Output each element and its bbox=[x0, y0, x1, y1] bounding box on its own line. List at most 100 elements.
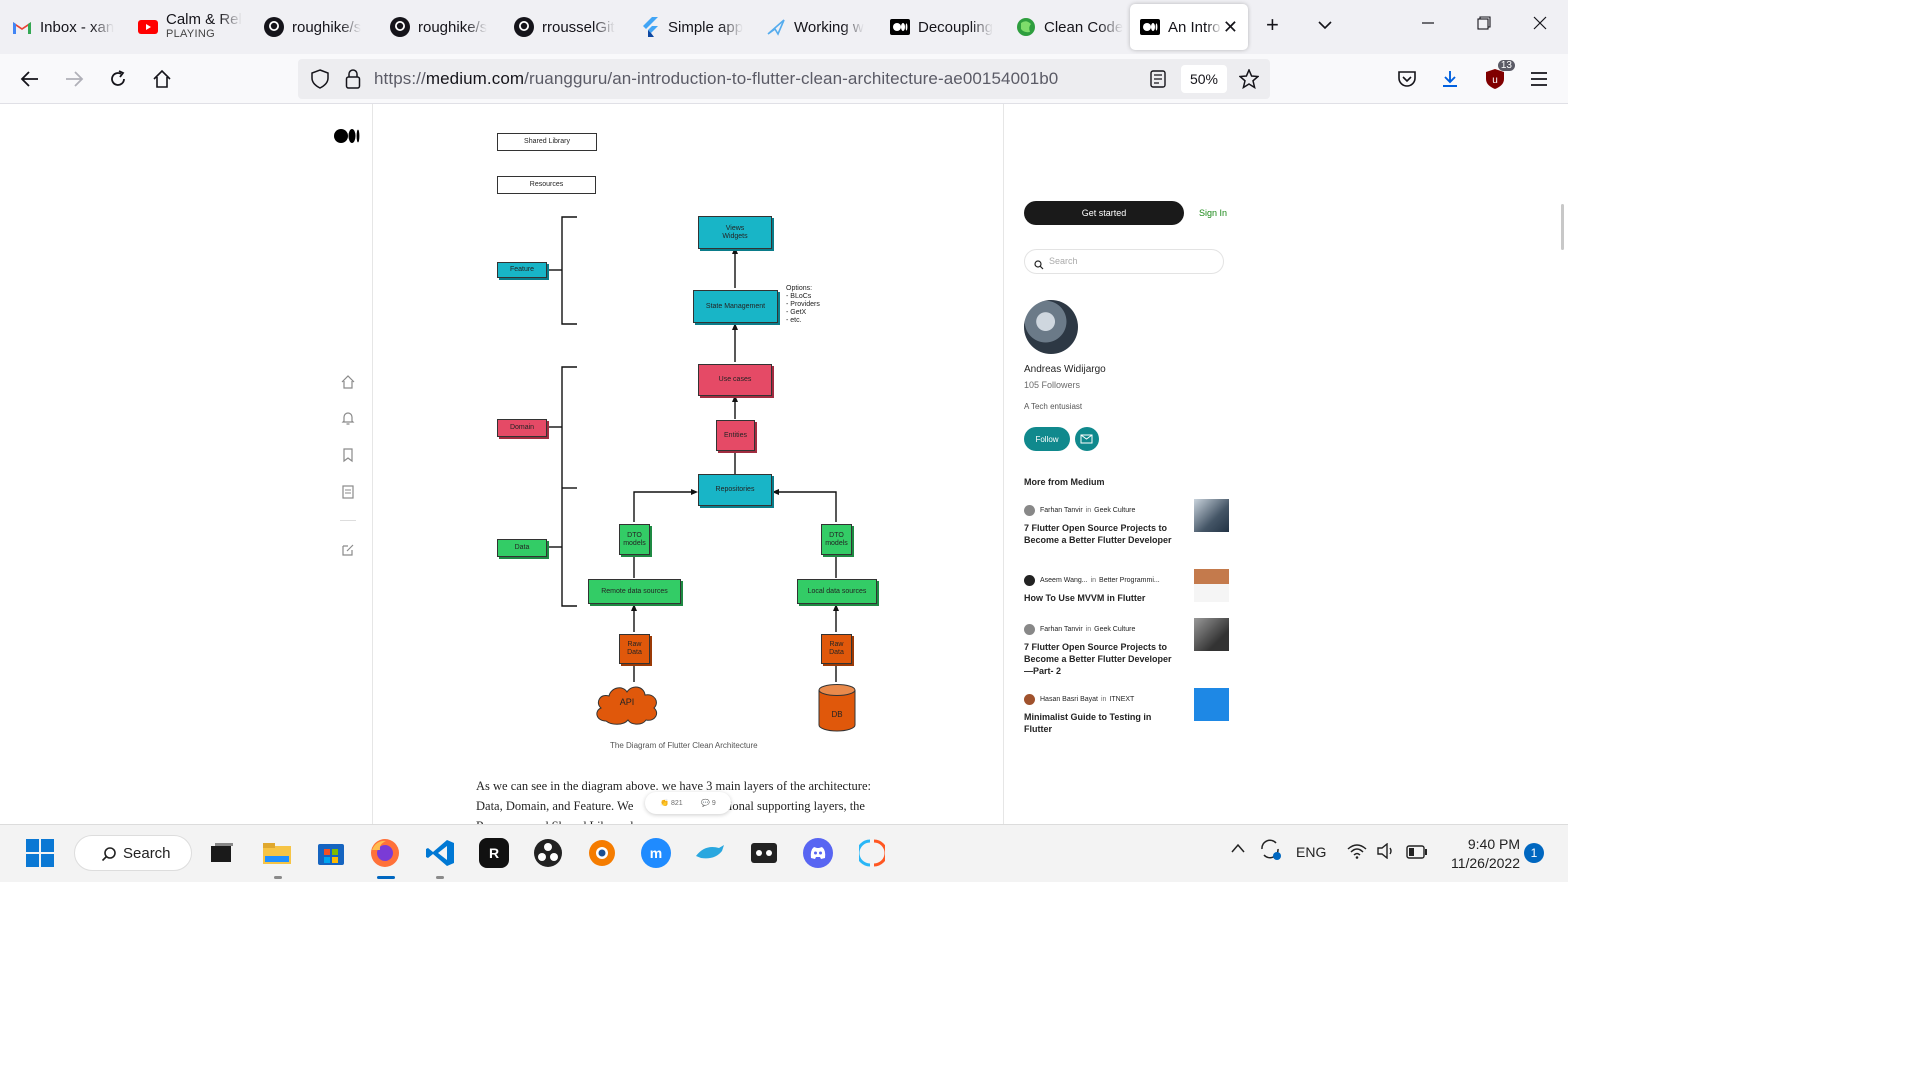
globe-icon bbox=[1016, 17, 1036, 37]
new-tab-button[interactable]: + bbox=[1266, 12, 1279, 38]
sync-icon[interactable] bbox=[1258, 837, 1282, 864]
recommended-story[interactable]: Farhan Tanvir in Geek Culture 7 Flutter Op… bbox=[1024, 499, 1229, 546]
zoom-level-button[interactable]: 50% bbox=[1181, 65, 1227, 93]
windows-start-icon[interactable] bbox=[25, 838, 55, 868]
tab-active-medium[interactable]: An Intro ✕ bbox=[1130, 4, 1248, 50]
ublock-extension-icon[interactable]: u 13 bbox=[1483, 60, 1515, 91]
author-avatar bbox=[1024, 575, 1035, 586]
subscribe-button[interactable] bbox=[1075, 427, 1099, 451]
story-publication: ITNEXT bbox=[1109, 696, 1135, 703]
db-cylinder: DB bbox=[818, 684, 856, 732]
windows-taskbar: Search R m ENG 9:40 PM 11/26/2022 1 bbox=[0, 824, 1568, 882]
home-icon[interactable] bbox=[340, 374, 356, 390]
tab-flutter[interactable]: Simple app bbox=[630, 4, 754, 50]
list-tabs-icon[interactable] bbox=[1318, 14, 1332, 35]
search-placeholder: Search bbox=[1049, 256, 1078, 266]
dto-models-right-box: DTO models bbox=[821, 524, 852, 555]
stories-icon[interactable] bbox=[340, 484, 356, 500]
vscode-icon[interactable] bbox=[425, 838, 455, 868]
downloads-icon[interactable] bbox=[1438, 67, 1462, 91]
state-management-box: State Management bbox=[693, 290, 778, 323]
story-author: Aseem Wang... bbox=[1040, 577, 1088, 584]
tab-clean-code[interactable]: Clean Code bbox=[1006, 4, 1130, 50]
github-icon bbox=[390, 17, 410, 37]
reader-view-icon[interactable] bbox=[1146, 67, 1170, 91]
battery-icon[interactable] bbox=[1406, 845, 1428, 862]
page-scrollbar-thumb[interactable] bbox=[1561, 204, 1564, 250]
search-input[interactable]: Search bbox=[1024, 249, 1224, 274]
tab-youtube[interactable]: Calm & Rel PLAYING bbox=[128, 4, 252, 50]
back-icon[interactable] bbox=[18, 67, 42, 91]
home-icon[interactable] bbox=[150, 67, 174, 91]
comment-button[interactable]: 💬 9 bbox=[701, 799, 716, 807]
reload-icon[interactable] bbox=[106, 67, 130, 91]
story-thumbnail bbox=[1194, 499, 1229, 532]
author-followers[interactable]: 105 Followers bbox=[1024, 380, 1080, 390]
github-icon bbox=[264, 17, 284, 37]
author-avatar[interactable] bbox=[1024, 300, 1078, 354]
bookmarks-icon[interactable] bbox=[340, 447, 356, 463]
close-window-icon[interactable] bbox=[1533, 14, 1547, 35]
menu-icon[interactable] bbox=[1527, 67, 1551, 91]
tracking-shield-icon[interactable] bbox=[308, 67, 332, 91]
flutter-icon bbox=[640, 17, 660, 37]
wifi-icon[interactable] bbox=[1347, 843, 1367, 862]
tab-github-2[interactable]: roughike/s bbox=[380, 4, 504, 50]
task-view-icon[interactable] bbox=[207, 838, 237, 868]
discord-icon[interactable] bbox=[803, 838, 833, 868]
medium-logo[interactable] bbox=[334, 128, 360, 149]
show-hidden-icons-chevron-icon[interactable] bbox=[1230, 841, 1246, 857]
system-clock[interactable]: 9:40 PM 11/26/2022 bbox=[1444, 835, 1520, 873]
yuzu-icon[interactable] bbox=[857, 838, 887, 868]
tab-title: Simple app bbox=[668, 18, 744, 36]
recommended-story[interactable]: Hasan Basri Bayat in ITNEXT Minimalist Gui… bbox=[1024, 688, 1229, 735]
state-options-text: Options: - BLoCs - Providers - GetX - et… bbox=[786, 285, 820, 324]
get-started-button[interactable]: Get started bbox=[1024, 201, 1184, 225]
notification-badge[interactable]: 1 bbox=[1524, 843, 1544, 863]
lock-icon[interactable] bbox=[341, 67, 365, 91]
mu-editor-icon[interactable]: m bbox=[641, 838, 671, 868]
clap-count: 821 bbox=[670, 800, 683, 807]
volume-icon[interactable] bbox=[1376, 842, 1396, 862]
language-indicator[interactable]: ENG bbox=[1296, 844, 1326, 860]
tab-gmail[interactable]: Inbox - xan bbox=[2, 4, 126, 50]
file-explorer-icon[interactable] bbox=[262, 838, 292, 868]
url-text[interactable]: https://medium.com/ruangguru/an-introduc… bbox=[374, 69, 1058, 89]
microsoft-store-icon[interactable] bbox=[316, 838, 346, 868]
recommended-story[interactable]: Farhan Tanvir in Geek Culture 7 Flutter Op… bbox=[1024, 618, 1229, 677]
pycharm-icon[interactable]: R bbox=[479, 838, 509, 868]
dolphin-icon[interactable] bbox=[695, 838, 725, 868]
address-bar[interactable]: https://medium.com/ruangguru/an-introduc… bbox=[298, 59, 1270, 99]
recommended-story[interactable]: Aseem Wang... in Better Programmi... How T… bbox=[1024, 569, 1229, 604]
bookmark-star-icon[interactable] bbox=[1237, 67, 1261, 91]
entities-box: Entities bbox=[716, 420, 755, 451]
tab-github-1[interactable]: roughike/s bbox=[254, 4, 378, 50]
remote-data-sources-box: Remote data sources bbox=[588, 579, 681, 604]
taskbar-search[interactable]: Search bbox=[74, 835, 192, 871]
notifications-bell-icon[interactable] bbox=[340, 410, 356, 426]
bird-icon bbox=[766, 17, 786, 37]
write-icon[interactable] bbox=[340, 542, 356, 558]
comment-count: 9 bbox=[711, 800, 716, 807]
sign-in-link[interactable]: Sign In bbox=[1199, 208, 1227, 218]
obs-icon[interactable] bbox=[533, 838, 563, 868]
game-controller-icon[interactable] bbox=[749, 838, 779, 868]
story-title: Minimalist Guide to Testing in Flutter bbox=[1024, 712, 1152, 734]
close-tab-icon[interactable]: ✕ bbox=[1223, 17, 1238, 38]
tab-github-3[interactable]: rrousselGit bbox=[504, 4, 628, 50]
taskbar-search-label: Search bbox=[123, 844, 171, 862]
clap-button[interactable]: 👏 821 bbox=[660, 799, 682, 807]
tab-title: roughike/s bbox=[292, 18, 362, 36]
restore-icon[interactable] bbox=[1477, 14, 1491, 35]
tab-bird[interactable]: Working w bbox=[756, 4, 880, 50]
firefox-icon[interactable] bbox=[370, 838, 400, 868]
blender-icon[interactable] bbox=[587, 838, 617, 868]
minimize-icon[interactable] bbox=[1421, 14, 1435, 35]
tab-medium-decoupling[interactable]: Decoupling bbox=[880, 4, 1004, 50]
pocket-icon[interactable] bbox=[1395, 67, 1419, 91]
author-bio: A Tech entusiast bbox=[1024, 402, 1083, 411]
author-name[interactable]: Andreas Widijargo bbox=[1024, 364, 1106, 375]
forward-icon[interactable] bbox=[62, 67, 86, 91]
follow-button[interactable]: Follow bbox=[1024, 427, 1070, 451]
paragraph-line-2a: Data, Domain, and Feature. We bbox=[476, 799, 634, 813]
